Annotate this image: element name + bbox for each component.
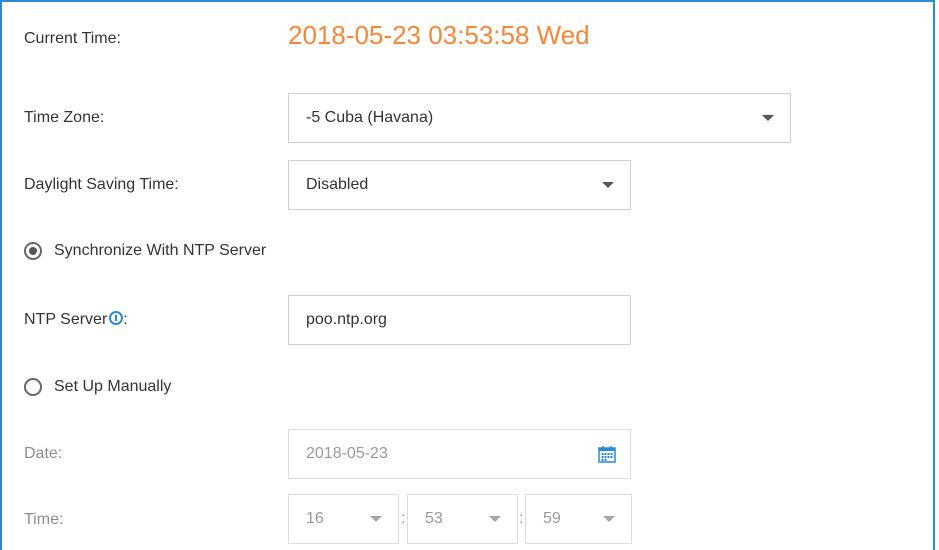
- hour-value: 16: [306, 510, 324, 527]
- time-zone-select[interactable]: -5 Cuba (Havana): [288, 93, 791, 143]
- dst-value: Disabled: [306, 176, 369, 193]
- current-time-value: 2018-05-23 03:53:58 Wed: [288, 20, 590, 50]
- minute-value: 53: [425, 510, 443, 527]
- calendar-icon[interactable]: [598, 445, 616, 463]
- date-value: 2018-05-23: [306, 445, 388, 462]
- time-separator: :: [519, 510, 524, 527]
- chevron-down-icon: [603, 516, 615, 522]
- sync-ntp-option[interactable]: Synchronize With NTP Server: [24, 242, 266, 260]
- time-separator: :: [401, 510, 406, 527]
- ntp-server-value: poo.ntp.org: [306, 311, 387, 328]
- second-select[interactable]: 59: [525, 494, 632, 544]
- chevron-down-icon: [602, 182, 614, 188]
- ntp-server-input[interactable]: poo.ntp.org: [288, 295, 631, 345]
- info-icon[interactable]: [109, 311, 124, 325]
- hour-select[interactable]: 16: [288, 494, 399, 544]
- second-value: 59: [543, 510, 561, 527]
- time-zone-value: -5 Cuba (Havana): [306, 109, 434, 126]
- manual-radio[interactable]: [24, 378, 42, 396]
- dst-select[interactable]: Disabled: [288, 160, 631, 210]
- ntp-server-label-row: NTP Server:: [24, 311, 128, 329]
- current-time-label: Current Time:: [24, 30, 121, 47]
- ntp-server-label-colon: :: [123, 311, 128, 328]
- time-label: Time:: [24, 511, 64, 528]
- manual-label: Set Up Manually: [54, 378, 172, 395]
- dst-label: Daylight Saving Time:: [24, 176, 179, 193]
- time-zone-label: Time Zone:: [24, 109, 105, 126]
- date-label: Date:: [24, 445, 63, 462]
- ntp-server-label: NTP Server: [24, 311, 108, 328]
- sync-ntp-label: Synchronize With NTP Server: [54, 242, 267, 259]
- chevron-down-icon: [489, 516, 501, 522]
- date-input[interactable]: 2018-05-23: [288, 429, 631, 479]
- minute-select[interactable]: 53: [407, 494, 518, 544]
- sync-ntp-radio[interactable]: [24, 242, 42, 260]
- chevron-down-icon: [762, 115, 774, 121]
- manual-option[interactable]: Set Up Manually: [24, 378, 171, 396]
- chevron-down-icon: [370, 516, 382, 522]
